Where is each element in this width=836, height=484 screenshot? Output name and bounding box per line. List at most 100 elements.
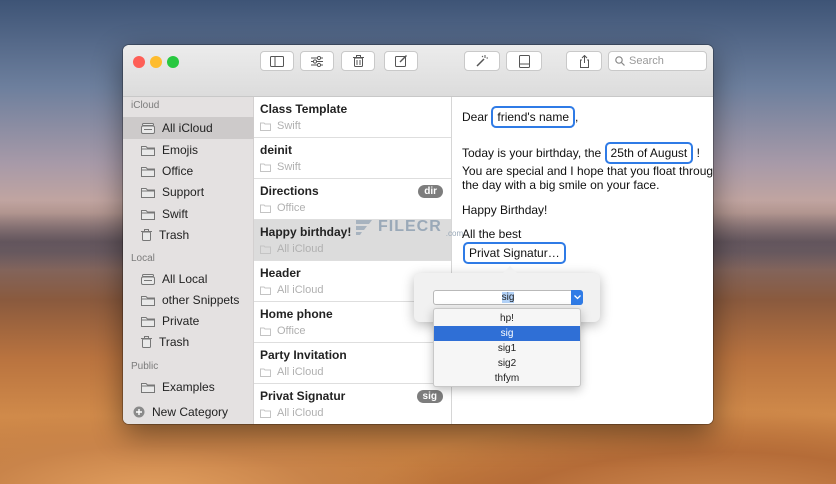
snippet-folder: Swift [260,120,301,132]
folder-icon [260,409,271,418]
close-window-button[interactable] [133,56,145,68]
snippet-title: Home phone [260,307,333,321]
preview-pane-button[interactable] [506,51,542,71]
minimize-window-button[interactable] [150,56,162,68]
snippet-title: Party Invitation [260,348,347,362]
snippet-title: deinit [260,143,292,157]
placeholder-friends-name[interactable]: friend's name [491,106,576,128]
compose-button[interactable] [384,51,418,71]
folder-icon [141,166,155,177]
snippet-title: Class Template [260,102,348,116]
closing-line: All the best [462,227,522,241]
delete-button[interactable] [341,51,375,71]
snippet-list: Class Template Swift deinit Swift Directions… [254,97,452,424]
combo-arrow-button[interactable] [571,290,583,305]
search-icon [615,56,625,66]
placeholder-signature[interactable]: Privat Signatur… [463,242,566,264]
tray-stack-icon [141,273,155,285]
sidebar-item-examples[interactable]: Examples [123,376,254,398]
trash-icon [352,55,364,67]
magic-wand-button[interactable] [464,51,500,71]
dropdown-option[interactable]: sig1 [434,341,580,356]
compose-icon [395,55,407,67]
snippet-folder: All iCloud [260,243,323,255]
sidebar-item-other-snippets[interactable]: other Snippets [123,289,254,311]
snippet-list-item[interactable]: Party Invitation All iCloud [254,343,451,384]
dropdown-option[interactable]: sig [434,326,580,341]
snippet-title: Header [260,266,301,280]
snippet-folder: Swift [260,161,301,173]
new-category-label: New Category [152,405,229,419]
snippet-title: Directions [260,184,319,198]
settings-button[interactable] [300,51,334,71]
snippet-list-item[interactable]: Directions Office dir [254,179,451,220]
sidebar-item-private[interactable]: Private [123,310,254,332]
sliders-icon [311,55,323,67]
sidebar-item-trash[interactable]: Trash [123,224,254,246]
folder-icon [141,382,155,393]
share-icon [579,54,589,68]
new-category-button[interactable]: New Category [123,401,254,423]
sidebar-item-label: Examples [162,380,215,394]
dear-text: Dear [462,110,489,124]
combo-dropdown-list: hp! sig sig1 sig2 thfym [433,308,581,387]
sidebar-item-label: Support [162,185,205,199]
sidebar-item-emojis[interactable]: Emojis [123,139,254,161]
sidebar: iCloud All iCloud Emojis Office Support Swift… [123,97,254,424]
snippet-folder: All iCloud [260,407,323,419]
placeholder-date[interactable]: 25th of August [604,142,694,164]
abbreviation-badge: dir [418,185,443,198]
snippet-folder-label: All iCloud [277,243,324,255]
sidebar-item-office[interactable]: Office [123,160,254,182]
comma-text: , [575,110,579,124]
snippet-title: Privat Signatur [260,389,346,403]
folder-icon [260,286,271,295]
sidebar-item-label: Office [162,164,194,178]
trash-icon [141,336,152,348]
sidebar-toggle-button[interactable] [260,51,294,71]
greeting-line: Dear friend's name, [462,106,578,128]
search-field[interactable]: Search [608,51,707,71]
snippet-combo-box[interactable]: sig [433,290,583,305]
snippet-list-item[interactable]: Privat Signatur All iCloud sig [254,384,451,424]
sidebar-item-all-icloud[interactable]: All iCloud [123,117,254,139]
folder-icon [141,209,155,220]
snippet-list-item[interactable]: Class Template Swift [254,97,451,138]
signature-line: Privat Signatur… [463,242,566,264]
chevron-down-icon [573,295,581,300]
dropdown-option[interactable]: thfym [434,371,580,386]
watermark-name: FILECR [378,217,442,235]
share-button[interactable] [566,51,602,71]
body-line-2: the day with a big smile on your face. [462,178,660,192]
sidebar-section-header: Local [131,253,155,264]
plus-circle-icon [133,406,145,418]
sidebar-item-label: Emojis [162,143,199,157]
sidebar-item-trash[interactable]: Trash [123,331,254,353]
snippet-folder-label: Office [277,325,306,337]
sidebar-item-label: Trash [159,335,190,349]
titlebar: Search [123,45,713,97]
folder-icon [260,368,271,377]
dropdown-option[interactable]: hp! [434,311,580,326]
search-placeholder: Search [629,55,664,67]
dropdown-option[interactable]: sig2 [434,356,580,371]
sidebar-item-label: other Snippets [162,293,240,307]
today-text: Today is your birthday, the [462,146,602,160]
folder-icon [260,327,271,336]
sidebar-item-swift[interactable]: Swift [123,203,254,225]
body-line-1: You are special and I hope that you floa… [462,164,713,178]
snippet-list-item[interactable]: deinit Swift [254,138,451,179]
folder-icon [260,122,271,131]
sidebar-item-label: Private [162,314,200,328]
folder-icon [141,295,155,306]
snippet-folder: All iCloud [260,366,323,378]
sidebar-item-label: Swift [162,207,189,221]
folder-icon [141,145,155,156]
snippet-folder: All iCloud [260,284,323,296]
snippet-folder-label: Office [277,202,306,214]
zoom-window-button[interactable] [167,56,179,68]
sidebar-item-label: All iCloud [162,121,213,135]
sidebar-item-support[interactable]: Support [123,181,254,203]
snippet-folder-label: Swift [277,120,301,132]
sidebar-item-all-local[interactable]: All Local [123,268,254,290]
